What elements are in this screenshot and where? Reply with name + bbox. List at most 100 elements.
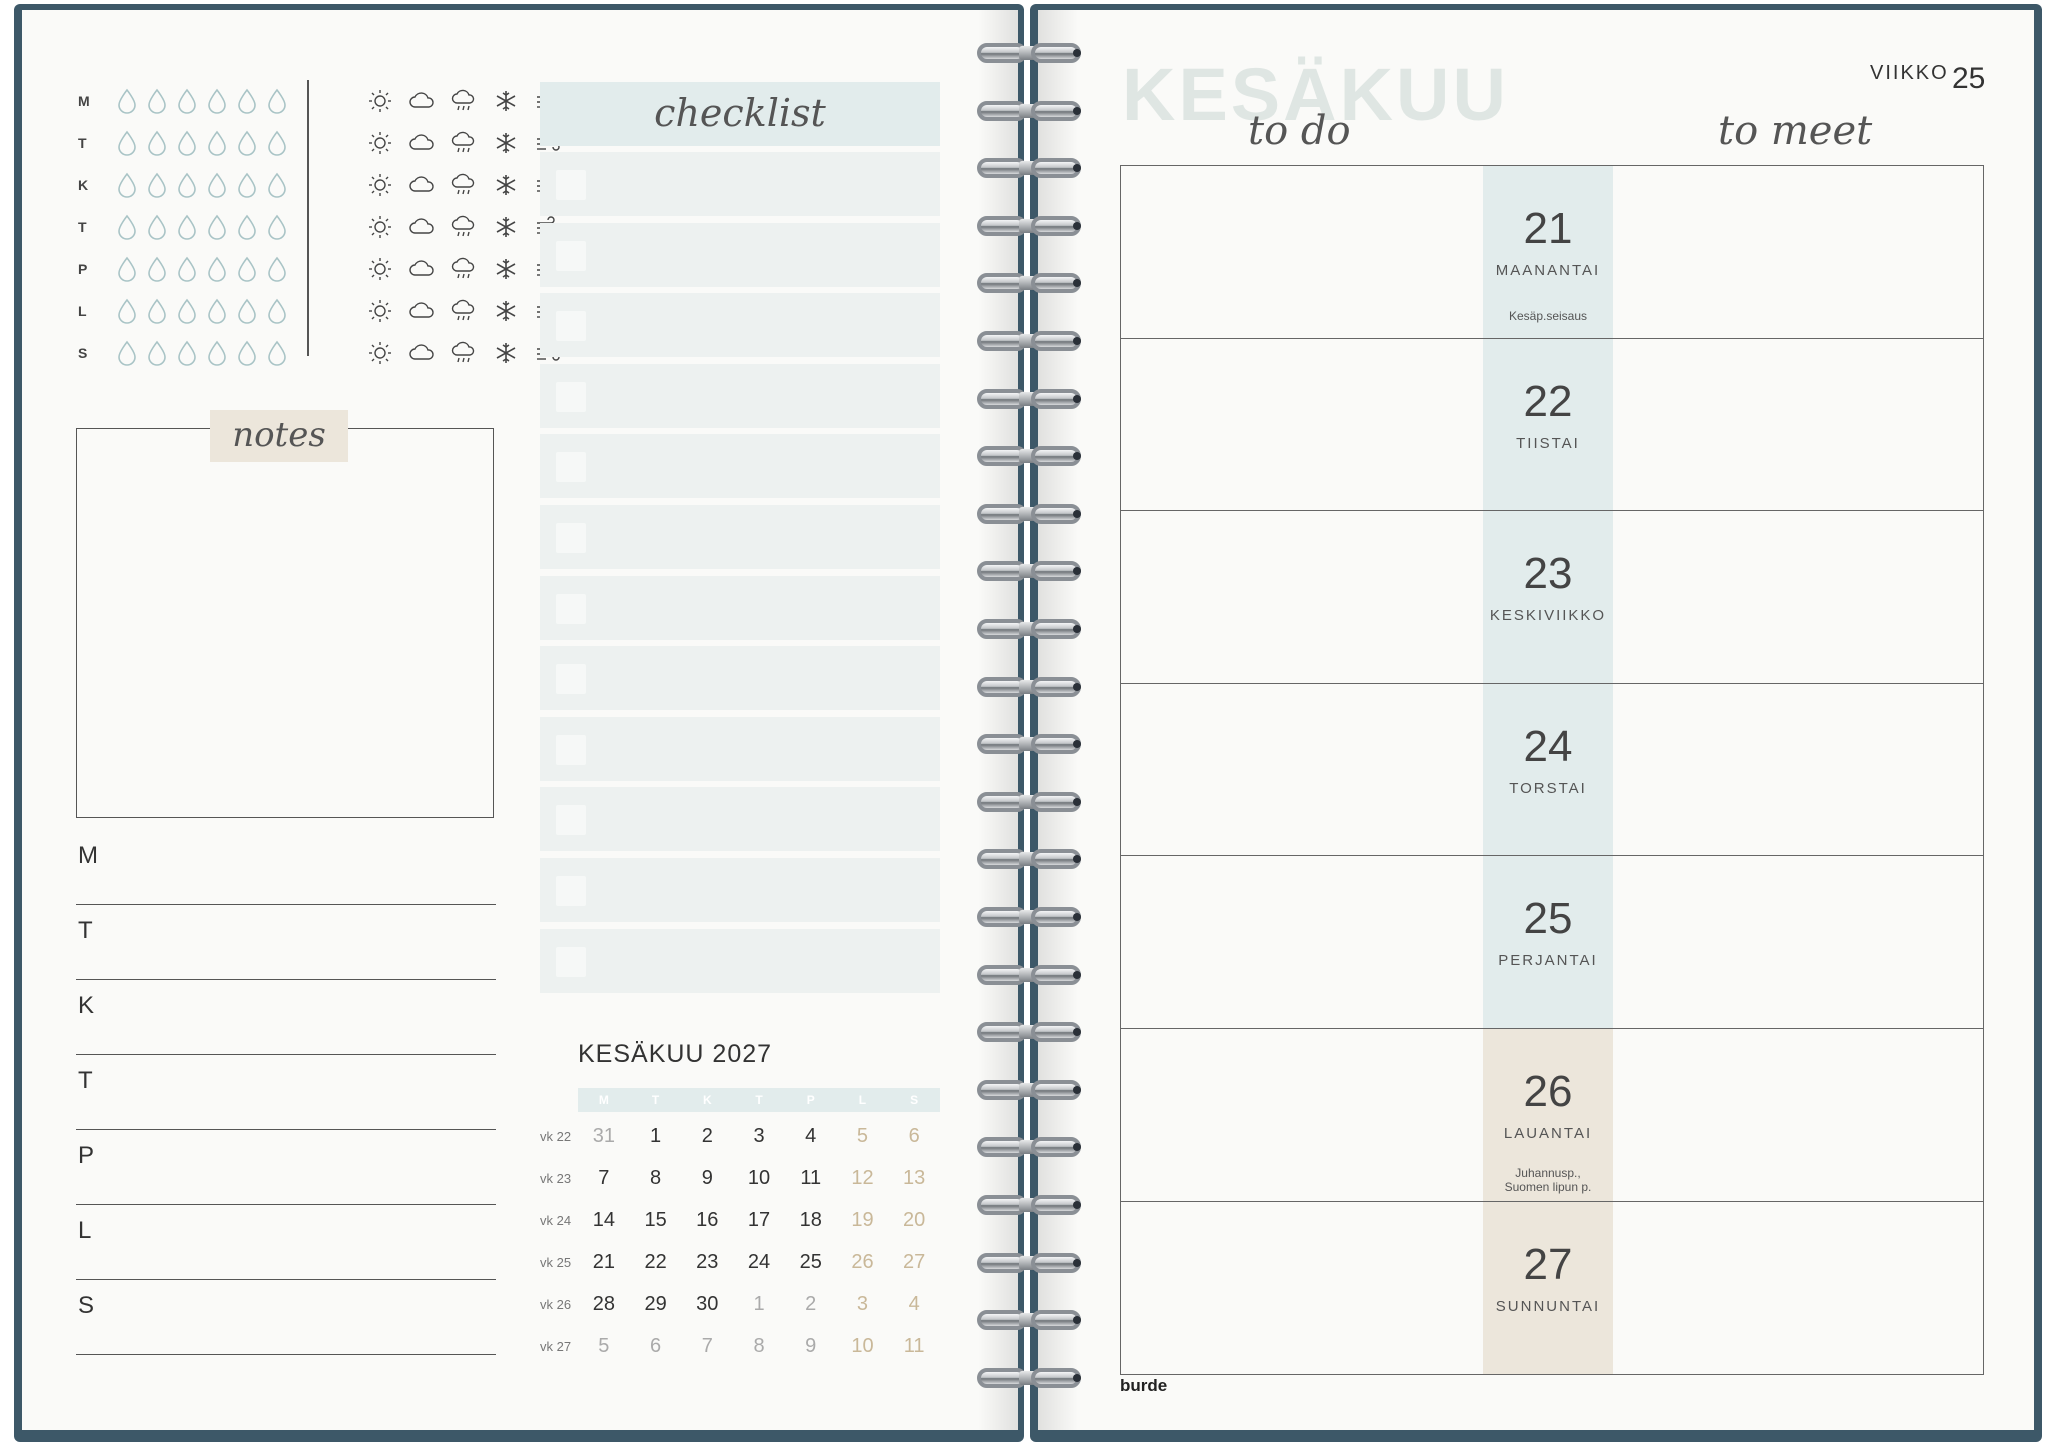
drop-icon[interactable]: [116, 298, 138, 324]
checklist-row[interactable]: [540, 646, 940, 711]
checklist-row[interactable]: [540, 928, 940, 993]
drop-icon[interactable]: [176, 340, 198, 366]
mini-calendar-day[interactable]: 1: [630, 1125, 682, 1148]
checkbox[interactable]: [556, 452, 586, 483]
checklist-row[interactable]: [540, 152, 940, 216]
mini-calendar-day[interactable]: 24: [733, 1251, 785, 1274]
mini-calendar-day[interactable]: 10: [837, 1335, 889, 1358]
mini-calendar-day[interactable]: 29: [630, 1293, 682, 1316]
checkbox[interactable]: [556, 381, 586, 412]
mini-calendar-day[interactable]: 17: [733, 1209, 785, 1232]
drop-icon[interactable]: [266, 130, 288, 156]
sun-icon[interactable]: [366, 214, 394, 240]
drop-icon[interactable]: [206, 340, 228, 366]
snow-icon[interactable]: [492, 130, 520, 156]
mini-calendar-day[interactable]: 10: [733, 1167, 785, 1190]
weekday-line[interactable]: T: [76, 1055, 496, 1130]
day-row[interactable]: 23 KESKIVIIKKO: [1121, 511, 1983, 684]
cloud-icon[interactable]: [408, 256, 436, 282]
mini-calendar-day[interactable]: 25: [785, 1251, 837, 1274]
mini-calendar-day[interactable]: 5: [837, 1125, 889, 1148]
cloud-icon[interactable]: [408, 88, 436, 114]
mini-calendar-day[interactable]: 20: [888, 1209, 940, 1232]
drop-icon[interactable]: [116, 172, 138, 198]
cloud-icon[interactable]: [408, 214, 436, 240]
day-row[interactable]: 27 SUNNUNTAI: [1121, 1201, 1983, 1375]
rain-icon[interactable]: [450, 256, 478, 282]
drop-icon[interactable]: [116, 130, 138, 156]
weekday-line[interactable]: K: [76, 980, 496, 1055]
mini-calendar-day[interactable]: 3: [733, 1125, 785, 1148]
mini-calendar-day[interactable]: 22: [630, 1251, 682, 1274]
drop-icon[interactable]: [146, 298, 168, 324]
drop-icon[interactable]: [116, 256, 138, 282]
checkbox[interactable]: [556, 311, 586, 342]
drop-icon[interactable]: [236, 340, 258, 366]
checklist-row[interactable]: [540, 716, 940, 781]
rain-icon[interactable]: [450, 214, 478, 240]
day-row[interactable]: 24 TORSTAI: [1121, 683, 1983, 857]
drop-icon[interactable]: [266, 340, 288, 366]
drop-icon[interactable]: [116, 88, 138, 114]
checklist-row[interactable]: [540, 787, 940, 852]
mini-calendar-day[interactable]: 30: [681, 1293, 733, 1316]
drop-icon[interactable]: [206, 130, 228, 156]
mini-calendar-day[interactable]: 31: [578, 1125, 630, 1148]
mini-calendar-day[interactable]: 26: [837, 1251, 889, 1274]
mini-calendar-day[interactable]: 19: [837, 1209, 889, 1232]
snow-icon[interactable]: [492, 88, 520, 114]
checklist-row[interactable]: [540, 857, 940, 922]
weekday-line[interactable]: P: [76, 1130, 496, 1205]
rain-icon[interactable]: [450, 340, 478, 366]
mini-calendar-day[interactable]: 15: [630, 1209, 682, 1232]
weekday-line[interactable]: T: [76, 905, 496, 980]
mini-calendar-day[interactable]: 28: [578, 1293, 630, 1316]
mini-calendar-day[interactable]: 16: [681, 1209, 733, 1232]
drop-icon[interactable]: [176, 298, 198, 324]
checkbox[interactable]: [556, 170, 586, 200]
drop-icon[interactable]: [266, 298, 288, 324]
mini-calendar-day[interactable]: 2: [785, 1293, 837, 1316]
drop-icon[interactable]: [236, 298, 258, 324]
day-row[interactable]: 26 LAUANTAI Juhannusp., Suomen lipun p.: [1121, 1029, 1983, 1202]
mini-calendar-day[interactable]: 5: [578, 1335, 630, 1358]
day-row[interactable]: 25 PERJANTAI: [1121, 856, 1983, 1029]
mini-calendar-day[interactable]: 4: [785, 1125, 837, 1148]
checklist-row[interactable]: [540, 222, 940, 287]
weekday-line[interactable]: L: [76, 1205, 496, 1280]
mini-calendar-day[interactable]: 2: [681, 1125, 733, 1148]
drop-icon[interactable]: [176, 214, 198, 240]
checkbox[interactable]: [556, 875, 586, 906]
mini-calendar-day[interactable]: 13: [888, 1167, 940, 1190]
checkbox[interactable]: [556, 240, 586, 271]
drop-icon[interactable]: [176, 172, 198, 198]
mini-calendar-day[interactable]: 6: [888, 1125, 940, 1148]
notes-box[interactable]: [76, 428, 494, 818]
drop-icon[interactable]: [236, 172, 258, 198]
drop-icon[interactable]: [266, 172, 288, 198]
mini-calendar-day[interactable]: 12: [837, 1167, 889, 1190]
mini-calendar-day[interactable]: 21: [578, 1251, 630, 1274]
drop-icon[interactable]: [266, 88, 288, 114]
drop-icon[interactable]: [236, 214, 258, 240]
checklist-row[interactable]: [540, 363, 940, 428]
sun-icon[interactable]: [366, 88, 394, 114]
mini-calendar-day[interactable]: 11: [888, 1335, 940, 1358]
checklist-row[interactable]: [540, 504, 940, 569]
checkbox[interactable]: [556, 664, 586, 695]
sun-icon[interactable]: [366, 172, 394, 198]
mini-calendar-day[interactable]: 7: [578, 1167, 630, 1190]
sun-icon[interactable]: [366, 256, 394, 282]
mini-calendar-day[interactable]: 18: [785, 1209, 837, 1232]
mini-calendar-day[interactable]: 27: [888, 1251, 940, 1274]
mini-calendar-day[interactable]: 7: [681, 1335, 733, 1358]
checkbox[interactable]: [556, 734, 586, 765]
rain-icon[interactable]: [450, 88, 478, 114]
mini-calendar-day[interactable]: 6: [630, 1335, 682, 1358]
drop-icon[interactable]: [236, 88, 258, 114]
cloud-icon[interactable]: [408, 172, 436, 198]
checklist-row[interactable]: [540, 434, 940, 499]
drop-icon[interactable]: [176, 130, 198, 156]
drop-icon[interactable]: [266, 214, 288, 240]
rain-icon[interactable]: [450, 298, 478, 324]
